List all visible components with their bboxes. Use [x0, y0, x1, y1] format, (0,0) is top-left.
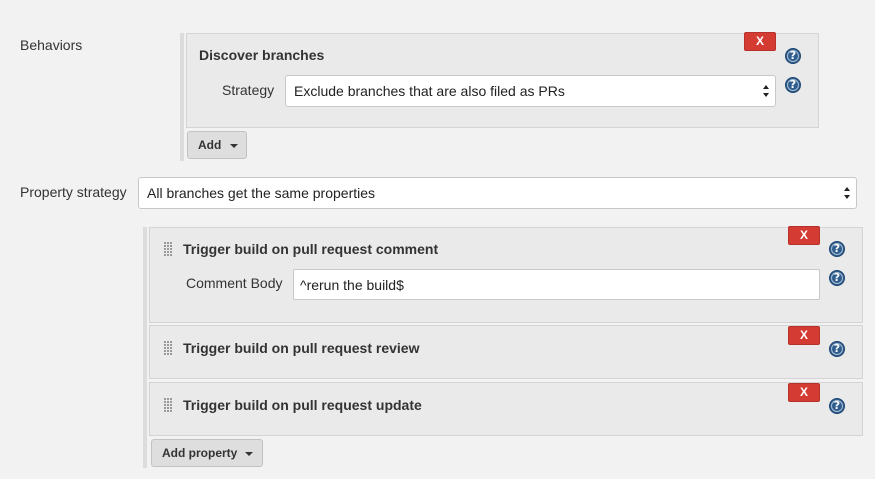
select-arrows-icon [844, 187, 850, 199]
property-strategy-select[interactable]: All branches get the same properties [138, 177, 857, 209]
help-icon[interactable] [829, 398, 845, 414]
property-strategy-select-value: All branches get the same properties [147, 185, 376, 201]
property-strategy-label: Property strategy [20, 184, 127, 200]
property-panel-comment: Trigger build on pull request comment X … [149, 226, 863, 323]
select-arrows-icon [763, 85, 769, 97]
delete-property-button[interactable]: X [788, 383, 820, 402]
property-title: Trigger build on pull request comment [183, 241, 439, 257]
strategy-label: Strategy [222, 82, 275, 98]
property-panel-review: Trigger build on pull request review X [149, 325, 863, 379]
help-icon[interactable] [829, 341, 845, 357]
drag-handle-icon[interactable] [164, 398, 173, 412]
add-behavior-button[interactable]: Add [187, 131, 247, 159]
comment-body-label: Comment Body [186, 275, 283, 291]
drag-handle-icon[interactable] [164, 242, 173, 256]
strategy-select[interactable]: Exclude branches that are also filed as … [285, 75, 776, 107]
add-property-label: Add property [162, 446, 238, 460]
add-property-button[interactable]: Add property [151, 439, 263, 467]
add-behavior-label: Add [198, 138, 222, 152]
dropdown-caret-icon [230, 144, 238, 148]
property-title: Trigger build on pull request update [183, 397, 422, 413]
drag-handle-icon[interactable] [164, 341, 173, 355]
behaviors-left-bar [180, 33, 184, 161]
strategy-select-value: Exclude branches that are also filed as … [294, 83, 565, 99]
dropdown-caret-icon [245, 452, 253, 456]
delete-property-button[interactable]: X [788, 226, 820, 245]
behaviors-label: Behaviors [20, 37, 83, 53]
help-icon[interactable] [785, 48, 801, 64]
help-icon[interactable] [785, 77, 801, 93]
properties-left-bar [143, 227, 147, 468]
delete-discover-branches-button[interactable]: X [744, 32, 776, 51]
comment-body-input[interactable] [293, 269, 820, 300]
property-title: Trigger build on pull request review [183, 340, 420, 356]
delete-property-button[interactable]: X [788, 326, 820, 345]
property-panel-update: Trigger build on pull request update X [149, 382, 863, 436]
help-icon[interactable] [829, 241, 845, 257]
discover-branches-panel: Discover branches X Strategy Exclude bra… [186, 32, 819, 128]
discover-branches-title: Discover branches [199, 47, 325, 63]
help-icon[interactable] [829, 270, 845, 286]
